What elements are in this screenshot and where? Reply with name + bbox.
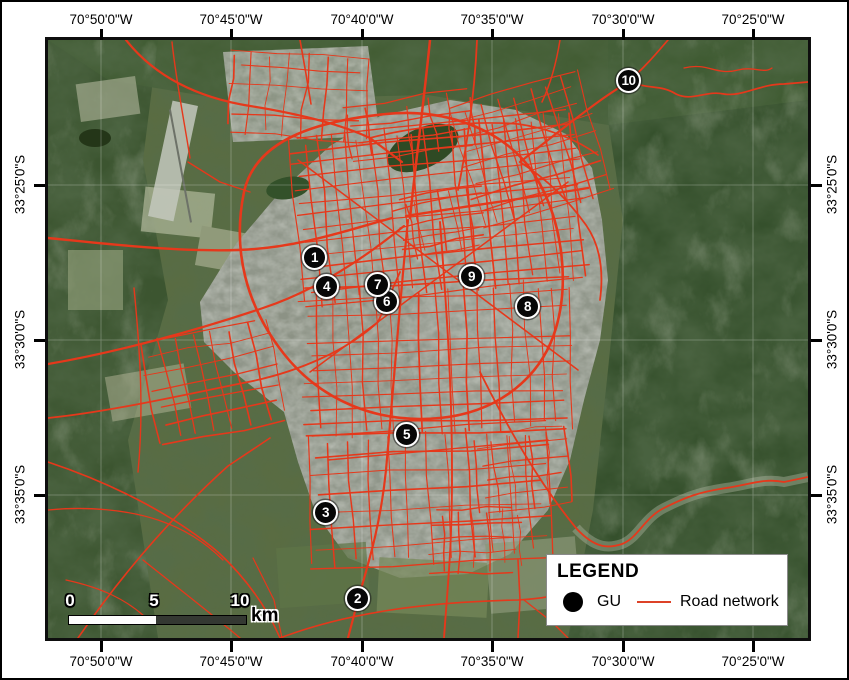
road-line-symbol [637, 601, 671, 604]
lon-label-top: 70°50'0"W [61, 12, 141, 27]
lat-tick-left [34, 184, 45, 187]
legend-row: GU Road network [557, 592, 787, 612]
legend-road-label: Road network [680, 593, 779, 611]
lon-tick-top [230, 29, 233, 40]
gu-marker-3: 3 [313, 500, 338, 525]
lon-label-bottom: 70°35'0"W [452, 654, 532, 669]
lat-label-left: 33°35'0"S [13, 455, 28, 535]
lon-tick-bottom [361, 641, 364, 652]
gu-marker-8: 8 [515, 294, 540, 319]
lat-tick-right [811, 339, 822, 342]
lon-tick-top [622, 29, 625, 40]
lon-label-top: 70°30'0"W [583, 12, 663, 27]
lon-tick-top [491, 29, 494, 40]
scale-bar-segment-white [69, 616, 156, 624]
map-figure: 12345678910 0510 km LEGEND GU Road netwo… [0, 0, 849, 680]
lon-tick-top [100, 29, 103, 40]
lon-label-top: 70°45'0"W [191, 12, 271, 27]
map-frame: 12345678910 0510 km LEGEND GU Road netwo… [45, 37, 811, 641]
lat-tick-right [811, 494, 822, 497]
scale-bar-segment-dark [156, 616, 246, 624]
lat-label-right: 33°25'0"S [825, 145, 840, 225]
lon-tick-top [752, 29, 755, 40]
lon-label-bottom: 70°30'0"W [583, 654, 663, 669]
gu-marker-2: 2 [345, 586, 370, 611]
gu-marker-1: 1 [302, 245, 327, 270]
lat-label-right: 33°30'0"S [825, 300, 840, 380]
scale-bar-unit: km [251, 605, 278, 627]
lon-label-bottom: 70°25'0"W [713, 654, 793, 669]
lat-tick-left [34, 339, 45, 342]
lat-label-left: 33°30'0"S [13, 300, 28, 380]
lon-label-bottom: 70°40'0"W [322, 654, 402, 669]
legend-title: LEGEND [557, 561, 787, 583]
satellite-map [48, 40, 808, 638]
lon-label-top: 70°35'0"W [452, 12, 532, 27]
legend-box: LEGEND GU Road network [546, 554, 788, 626]
gu-marker-7: 7 [365, 272, 390, 297]
scale-bar-number: 5 [134, 591, 174, 611]
dark-terrain-patch [79, 129, 111, 147]
lon-label-bottom: 70°50'0"W [61, 654, 141, 669]
lat-label-left: 33°25'0"S [13, 145, 28, 225]
gu-marker-9: 9 [459, 264, 484, 289]
lat-label-right: 33°35'0"S [825, 455, 840, 535]
lon-tick-bottom [230, 641, 233, 652]
gu-marker-4: 4 [314, 274, 339, 299]
lon-tick-bottom [752, 641, 755, 652]
lat-tick-right [811, 184, 822, 187]
lat-tick-left [34, 494, 45, 497]
scale-bar-bar [68, 615, 247, 625]
lon-label-bottom: 70°45'0"W [191, 654, 271, 669]
lon-tick-bottom [491, 641, 494, 652]
gu-point-symbol [563, 592, 583, 612]
lon-label-top: 70°25'0"W [713, 12, 793, 27]
gu-marker-5: 5 [394, 422, 419, 447]
lon-tick-bottom [622, 641, 625, 652]
lon-label-top: 70°40'0"W [322, 12, 402, 27]
scale-bar-number: 0 [50, 591, 90, 611]
lon-tick-bottom [100, 641, 103, 652]
gu-marker-10: 10 [616, 68, 641, 93]
lon-tick-top [361, 29, 364, 40]
legend-gu-label: GU [597, 593, 621, 611]
